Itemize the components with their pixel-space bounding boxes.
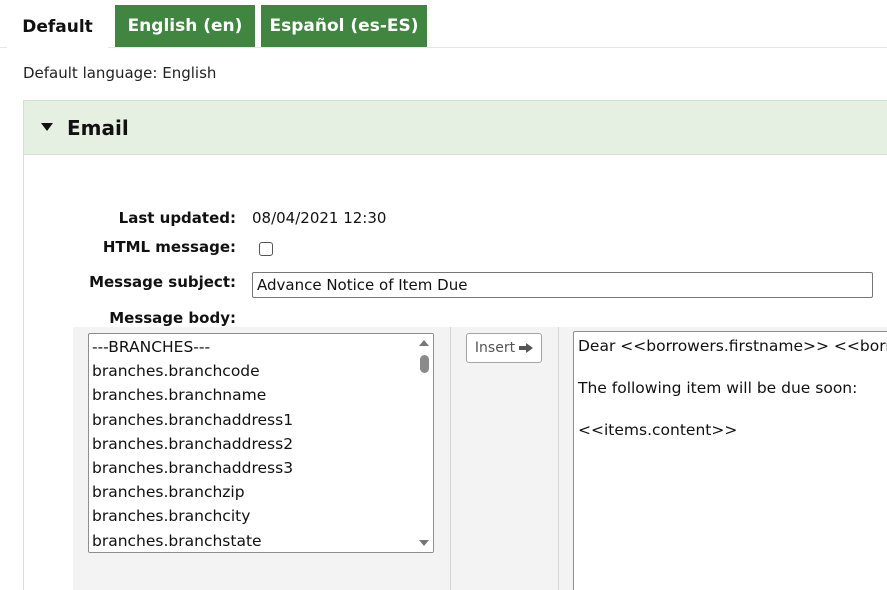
message-body-label: Message body:: [109, 309, 236, 327]
default-language-value: English: [162, 64, 217, 82]
list-item[interactable]: branches.branchaddress2: [92, 432, 415, 456]
html-message-label: HTML message:: [102, 238, 236, 256]
list-item[interactable]: branches.branchcity: [92, 504, 415, 528]
message-subject-label: Message subject:: [89, 273, 236, 291]
last-updated-value: 08/04/2021 12:30: [252, 209, 387, 227]
scroll-thumb[interactable]: [420, 355, 429, 373]
body-line: Dear <<borrowers.firstname>> <<borro: [578, 337, 887, 355]
caret-down-icon[interactable]: [41, 123, 53, 131]
tab-english[interactable]: English (en): [115, 5, 255, 47]
column-divider: [450, 327, 451, 590]
list-item[interactable]: branches.branchcode: [92, 359, 415, 383]
list-item[interactable]: branches.branchname: [92, 383, 415, 407]
column-divider: [558, 327, 559, 590]
tab-spanish[interactable]: Español (es-ES): [261, 5, 427, 47]
email-panel-title[interactable]: Email: [67, 116, 129, 140]
body-line: The following item will be due soon:: [578, 379, 858, 397]
last-updated-label: Last updated:: [118, 209, 236, 227]
list-item[interactable]: branches.branchzip: [92, 480, 415, 504]
scroll-down-arrow-icon[interactable]: [419, 540, 429, 546]
notice-editor-page: Default English (en) Español (es-ES) Def…: [0, 0, 887, 590]
email-panel-header[interactable]: Email: [24, 101, 887, 155]
insert-button[interactable]: Insert: [466, 333, 542, 363]
scroll-up-arrow-icon[interactable]: [419, 340, 429, 346]
default-language-label: Default language:: [23, 64, 158, 82]
list-item[interactable]: branches.branchaddress3: [92, 456, 415, 480]
arrow-right-icon: [519, 343, 534, 353]
message-body-textarea[interactable]: Dear <<borrowers.firstname>> <<borro The…: [573, 331, 887, 590]
field-select-list[interactable]: ---BRANCHES--- branches.branchcode branc…: [88, 333, 434, 553]
insert-button-label: Insert: [474, 340, 516, 356]
list-item[interactable]: branches.branchstate: [92, 529, 415, 552]
default-language-line: Default language: English: [23, 64, 216, 82]
tab-default[interactable]: Default: [7, 5, 108, 49]
list-item[interactable]: ---BRANCHES---: [92, 335, 415, 359]
html-message-checkbox[interactable]: [259, 242, 273, 256]
body-line: <<items.content>>: [578, 421, 738, 439]
language-tabs: Default English (en) Español (es-ES): [0, 0, 887, 49]
message-subject-input[interactable]: [252, 272, 873, 298]
list-item[interactable]: branches.branchaddress1: [92, 408, 415, 432]
field-list-items: ---BRANCHES--- branches.branchcode branc…: [92, 335, 415, 552]
list-scrollbar[interactable]: [416, 334, 433, 552]
